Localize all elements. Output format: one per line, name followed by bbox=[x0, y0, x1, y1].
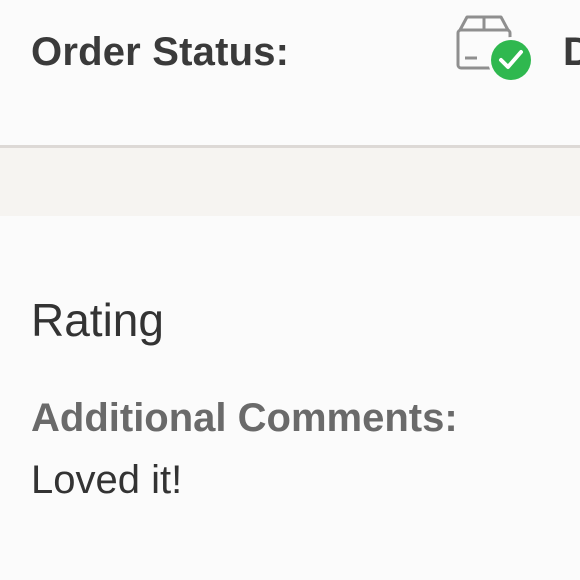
package-delivered-icon bbox=[455, 14, 537, 86]
rating-heading: Rating bbox=[31, 294, 164, 346]
section-spacer bbox=[0, 148, 580, 216]
order-status-value: D bbox=[563, 30, 580, 74]
additional-comments-text: Loved it! bbox=[31, 458, 183, 502]
order-details-page: Order Status: D Rating Additional Commen… bbox=[0, 0, 580, 580]
order-status-row: Order Status: D bbox=[0, 0, 580, 145]
rating-section: Rating Additional Comments: Loved it! bbox=[0, 216, 580, 580]
order-status-label: Order Status: bbox=[31, 30, 290, 74]
additional-comments-label: Additional Comments: bbox=[31, 396, 458, 440]
